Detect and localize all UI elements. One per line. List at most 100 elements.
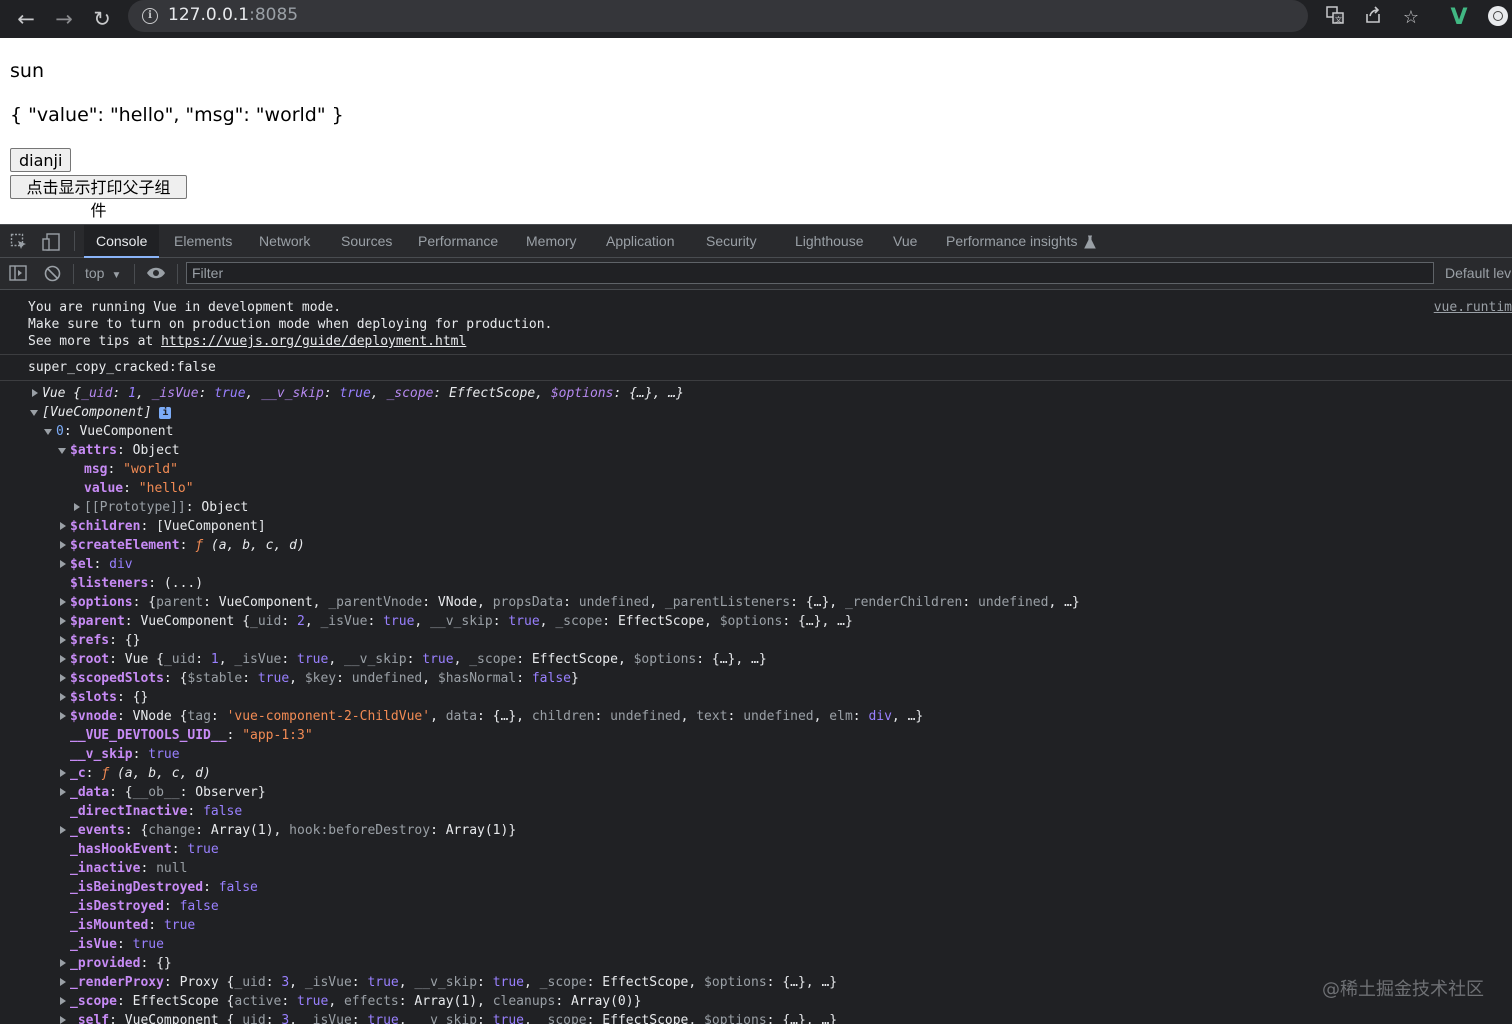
collapsed-arrow-icon[interactable] [60, 788, 66, 796]
collapsed-arrow-icon[interactable] [60, 1016, 66, 1024]
page-json-text: { "value": "hello", "msg": "world" } [10, 104, 344, 126]
device-toolbar-icon[interactable] [42, 233, 60, 251]
forward-arrow-icon[interactable]: → [50, 5, 78, 33]
tree-row[interactable]: $scopedSlots: {$stable: true, $key: unde… [70, 669, 579, 688]
print-components-button[interactable]: 点击显示打印父子组件 [10, 175, 187, 220]
tab-console[interactable]: Console [84, 225, 160, 258]
tab-security[interactable]: Security [706, 225, 757, 257]
tab-application[interactable]: Application [606, 225, 675, 257]
tree-row[interactable]: _data: {__ob__: Observer} [70, 783, 266, 802]
devtools-tabbar: Console Elements Network Sources Perform… [0, 224, 1512, 258]
tree-token: _c [70, 766, 86, 781]
tree-row[interactable]: _scope: EffectScope {active: true, effec… [70, 992, 641, 1011]
tree-row: __v_skip: true [70, 747, 180, 762]
tree-row[interactable]: $el: div [70, 555, 133, 574]
tree-token: $slots [70, 690, 117, 705]
bookmark-star-icon[interactable]: ☆ [1398, 5, 1424, 31]
tree-row[interactable]: $parent: VueComponent {_uid: 2, _isVue: … [70, 612, 853, 631]
deployment-guide-link[interactable]: https://vuejs.org/guide/deployment.html [161, 334, 466, 349]
tree-token: _uid [234, 1013, 266, 1024]
tree-token: $stable [187, 671, 243, 686]
collapsed-arrow-icon[interactable] [60, 560, 66, 568]
tree-row[interactable]: _provided: {} [70, 954, 172, 973]
tree-row: _isMounted: true [70, 918, 196, 933]
tree-row[interactable]: _self: VueComponent {_uid: 3, _isVue: tr… [70, 1011, 837, 1024]
translate-icon[interactable]: 文 [1322, 5, 1348, 31]
inspect-element-icon[interactable] [10, 233, 28, 251]
url-text[interactable]: 127.0.0.1:8085 [168, 5, 298, 25]
tree-token: _isVue [234, 652, 282, 667]
tree-row[interactable]: _c: ƒ (a, b, c, d) [70, 764, 211, 783]
tab-sources[interactable]: Sources [341, 225, 392, 257]
tree-token: true [383, 614, 415, 629]
tree-row[interactable]: $attrs: Object [70, 441, 180, 460]
tree-token: _provided [70, 956, 141, 971]
collapsed-arrow-icon[interactable] [60, 655, 66, 663]
profile-avatar[interactable] [1488, 6, 1508, 26]
tree-row[interactable]: $refs: {} [70, 631, 140, 650]
site-info-icon[interactable]: i [142, 8, 158, 24]
context-selector[interactable]: top ▼ [85, 265, 121, 281]
sidebar-toggle-icon[interactable] [9, 265, 27, 284]
clear-console-icon[interactable] [44, 265, 61, 285]
tree-row[interactable]: Vue {_uid: 1, _isVue: true, __v_skip: tr… [42, 384, 684, 403]
tree-row: _inactive: null [70, 861, 188, 876]
tab-elements[interactable]: Elements [174, 225, 232, 257]
tab-performance[interactable]: Performance [418, 225, 498, 257]
tab-vue[interactable]: Vue [893, 225, 917, 257]
collapsed-arrow-icon[interactable] [60, 712, 66, 720]
message-source-link[interactable]: vue.runtim [1434, 300, 1512, 315]
message-line: See more tips at https://vuejs.org/guide… [28, 334, 466, 349]
tree-row[interactable]: $createElement: ƒ (a, b, c, d) [70, 536, 305, 555]
tree-row[interactable]: [[Prototype]]: Object [84, 498, 248, 517]
tree-row[interactable]: _renderProxy: Proxy {_uid: 3, _isVue: tr… [70, 973, 837, 992]
tree-row[interactable]: $root: Vue {_uid: 1, _isVue: true, __v_s… [70, 650, 767, 669]
tree-row[interactable]: $children: [VueComponent] [70, 517, 266, 536]
tree-token: ƒ [101, 766, 110, 781]
collapsed-arrow-icon[interactable] [60, 636, 66, 644]
collapsed-arrow-icon[interactable] [60, 598, 66, 606]
tab-lighthouse[interactable]: Lighthouse [795, 225, 864, 257]
tab-network[interactable]: Network [259, 225, 310, 257]
reload-icon[interactable]: ↻ [88, 5, 116, 33]
collapsed-arrow-icon[interactable] [60, 617, 66, 625]
expanded-arrow-icon[interactable] [58, 448, 66, 454]
tree-token: _parentVnode [328, 595, 423, 610]
tree-token: false [179, 899, 219, 914]
toolbar-divider [134, 264, 135, 284]
collapsed-arrow-icon[interactable] [60, 769, 66, 777]
live-expression-eye-icon[interactable] [146, 266, 166, 283]
back-arrow-icon[interactable]: ← [12, 5, 40, 33]
tree-row[interactable]: $vnode: VNode {tag: 'vue-component-2-Chi… [70, 707, 923, 726]
tree-row[interactable]: $slots: {} [70, 688, 148, 707]
collapsed-arrow-icon[interactable] [60, 693, 66, 701]
collapsed-arrow-icon[interactable] [32, 389, 38, 397]
address-bar[interactable]: i 127.0.0.1:8085 [128, 0, 1308, 32]
collapsed-arrow-icon[interactable] [74, 503, 80, 511]
tree-row[interactable]: _events: {change: Array(1), hook:beforeD… [70, 821, 516, 840]
collapsed-arrow-icon[interactable] [60, 522, 66, 530]
svg-text:文: 文 [1335, 15, 1342, 24]
collapsed-arrow-icon[interactable] [60, 959, 66, 967]
collapsed-arrow-icon[interactable] [60, 997, 66, 1005]
expanded-arrow-icon[interactable] [30, 410, 38, 416]
tab-memory[interactable]: Memory [526, 225, 577, 257]
tree-token: "hello" [138, 481, 194, 496]
tree-row[interactable]: 0: VueComponent [56, 422, 173, 441]
tree-token: value [84, 481, 124, 496]
console-message-log: super_copy_cracked:false [0, 354, 1512, 381]
vue-devtools-extension-icon[interactable]: V [1446, 5, 1472, 31]
collapsed-arrow-icon[interactable] [60, 826, 66, 834]
tab-performance-insights[interactable]: Performance insights [946, 225, 1078, 257]
collapsed-arrow-icon[interactable] [60, 978, 66, 986]
tree-token: _scope [539, 975, 587, 990]
share-icon[interactable] [1360, 5, 1386, 31]
expanded-arrow-icon[interactable] [44, 429, 52, 435]
tree-row[interactable]: $options: {parent: VueComponent, _parent… [70, 593, 1080, 612]
tree-row[interactable]: [VueComponent] i [42, 403, 172, 422]
log-levels-dropdown[interactable]: Default lev [1445, 265, 1511, 281]
collapsed-arrow-icon[interactable] [60, 674, 66, 682]
dianji-button[interactable]: dianji [10, 148, 72, 172]
collapsed-arrow-icon[interactable] [60, 541, 66, 549]
console-filter-input[interactable]: Filter [186, 262, 1434, 284]
